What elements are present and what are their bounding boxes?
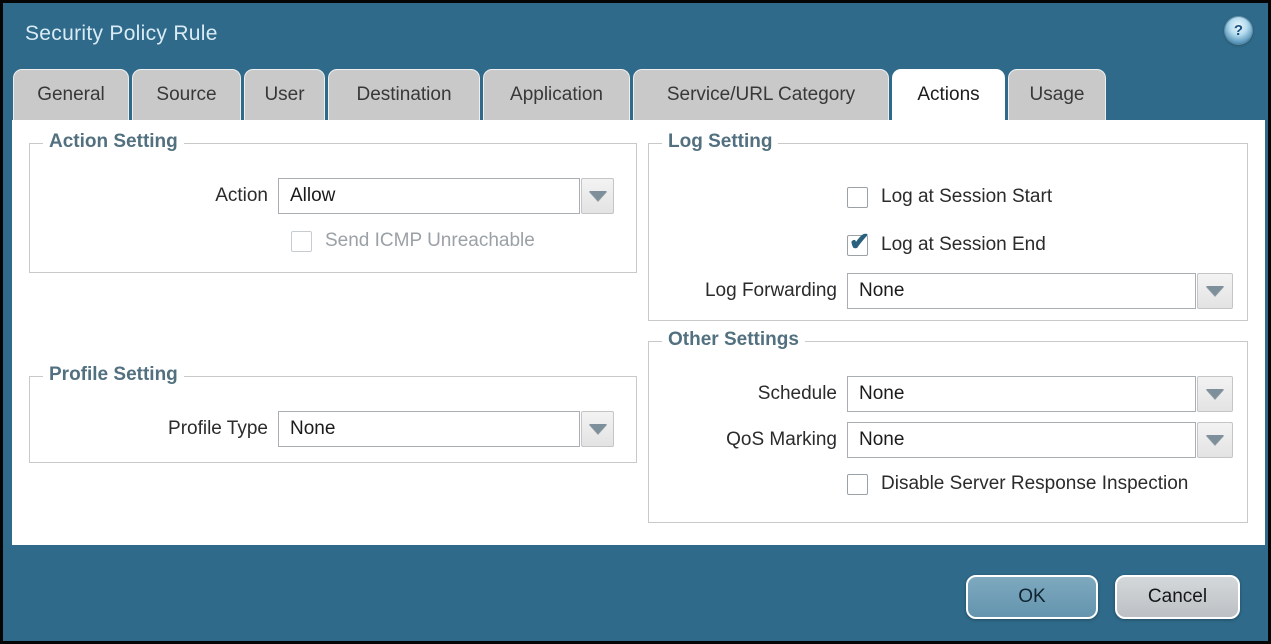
action-setting-group: Action Setting Action Allow Send ICMP Un…	[29, 143, 637, 273]
tab-actions[interactable]: Actions	[892, 69, 1005, 120]
qos-marking-row: QoS Marking None	[659, 422, 1233, 458]
disable-server-response-inspection-label: Disable Server Response Inspection	[881, 473, 1188, 495]
action-dropdown-value[interactable]: Allow	[278, 178, 580, 214]
dialog-footer: OK Cancel	[966, 575, 1240, 619]
ok-button[interactable]: OK	[966, 575, 1098, 619]
action-label: Action	[40, 185, 268, 207]
tab-label: Usage	[1030, 84, 1085, 106]
tab-service-url-category[interactable]: Service/URL Category	[633, 69, 889, 120]
log-setting-legend: Log Setting	[662, 131, 778, 153]
schedule-dropdown-button[interactable]	[1197, 376, 1233, 412]
other-settings-group: Other Settings Schedule None QoS Marking…	[648, 341, 1248, 523]
send-icmp-label: Send ICMP Unreachable	[325, 230, 535, 252]
action-dropdown: Allow	[278, 178, 614, 214]
action-setting-legend: Action Setting	[43, 131, 184, 153]
profile-type-dropdown-value[interactable]: None	[278, 411, 580, 447]
tab-source[interactable]: Source	[132, 69, 241, 120]
tab-application[interactable]: Application	[483, 69, 630, 120]
schedule-label: Schedule	[659, 383, 837, 405]
tab-label: Service/URL Category	[667, 84, 855, 106]
tab-destination[interactable]: Destination	[328, 69, 480, 120]
qos-marking-label: QoS Marking	[659, 429, 837, 451]
qos-marking-dropdown: None	[847, 422, 1233, 458]
help-icon-glyph: ?	[1234, 22, 1243, 39]
profile-type-row: Profile Type None	[40, 411, 614, 447]
chevron-down-icon	[589, 191, 607, 201]
schedule-dropdown-value[interactable]: None	[847, 376, 1196, 412]
profile-setting-legend: Profile Setting	[43, 364, 184, 386]
cancel-button[interactable]: Cancel	[1115, 575, 1240, 619]
help-icon[interactable]: ?	[1225, 17, 1252, 44]
tab-label: Source	[156, 84, 216, 106]
disable-server-response-inspection-checkbox[interactable]	[847, 474, 868, 495]
profile-setting-group: Profile Setting Profile Type None	[29, 376, 637, 463]
profile-type-dropdown: None	[278, 411, 614, 447]
chevron-down-icon	[1206, 389, 1224, 399]
tab-bar: General Source User Destination Applicat…	[13, 69, 1106, 120]
log-session-start-row: Log at Session Start	[847, 186, 1052, 208]
schedule-dropdown: None	[847, 376, 1233, 412]
tab-label: User	[264, 84, 304, 106]
actions-tab-panel: Action Setting Action Allow Send ICMP Un…	[12, 120, 1265, 545]
log-session-end-row: Log at Session End	[847, 234, 1046, 256]
tab-label: Application	[510, 84, 603, 106]
send-icmp-checkbox[interactable]	[291, 231, 312, 252]
send-icmp-row: Send ICMP Unreachable	[291, 230, 535, 252]
log-at-session-start-checkbox[interactable]	[847, 187, 868, 208]
tab-label: General	[37, 84, 105, 106]
chevron-down-icon	[1206, 286, 1224, 296]
log-at-session-start-label: Log at Session Start	[881, 186, 1052, 208]
qos-marking-dropdown-button[interactable]	[1197, 422, 1233, 458]
action-dropdown-button[interactable]	[581, 178, 614, 214]
log-forwarding-dropdown-value[interactable]: None	[847, 273, 1196, 309]
qos-marking-dropdown-value[interactable]: None	[847, 422, 1196, 458]
profile-type-label: Profile Type	[40, 418, 268, 440]
log-forwarding-row: Log Forwarding None	[659, 273, 1233, 309]
schedule-row: Schedule None	[659, 376, 1233, 412]
security-policy-rule-dialog: Security Policy Rule ? General Source Us…	[0, 0, 1271, 644]
log-setting-group: Log Setting Log at Session Start Log at …	[648, 143, 1248, 321]
profile-type-dropdown-button[interactable]	[581, 411, 614, 447]
log-forwarding-dropdown-button[interactable]	[1197, 273, 1233, 309]
tab-label: Actions	[917, 84, 979, 106]
log-at-session-end-label: Log at Session End	[881, 234, 1046, 256]
log-forwarding-dropdown: None	[847, 273, 1233, 309]
tab-usage[interactable]: Usage	[1008, 69, 1106, 120]
dialog-title: Security Policy Rule	[25, 22, 218, 46]
chevron-down-icon	[1206, 435, 1224, 445]
tab-label: Destination	[356, 84, 451, 106]
log-forwarding-label: Log Forwarding	[659, 280, 837, 302]
chevron-down-icon	[589, 424, 607, 434]
tab-user[interactable]: User	[244, 69, 325, 120]
tab-general[interactable]: General	[13, 69, 129, 120]
action-row: Action Allow	[40, 178, 614, 214]
log-at-session-end-checkbox[interactable]	[847, 235, 868, 256]
other-settings-legend: Other Settings	[662, 329, 805, 351]
disable-sri-row: Disable Server Response Inspection	[847, 473, 1188, 495]
